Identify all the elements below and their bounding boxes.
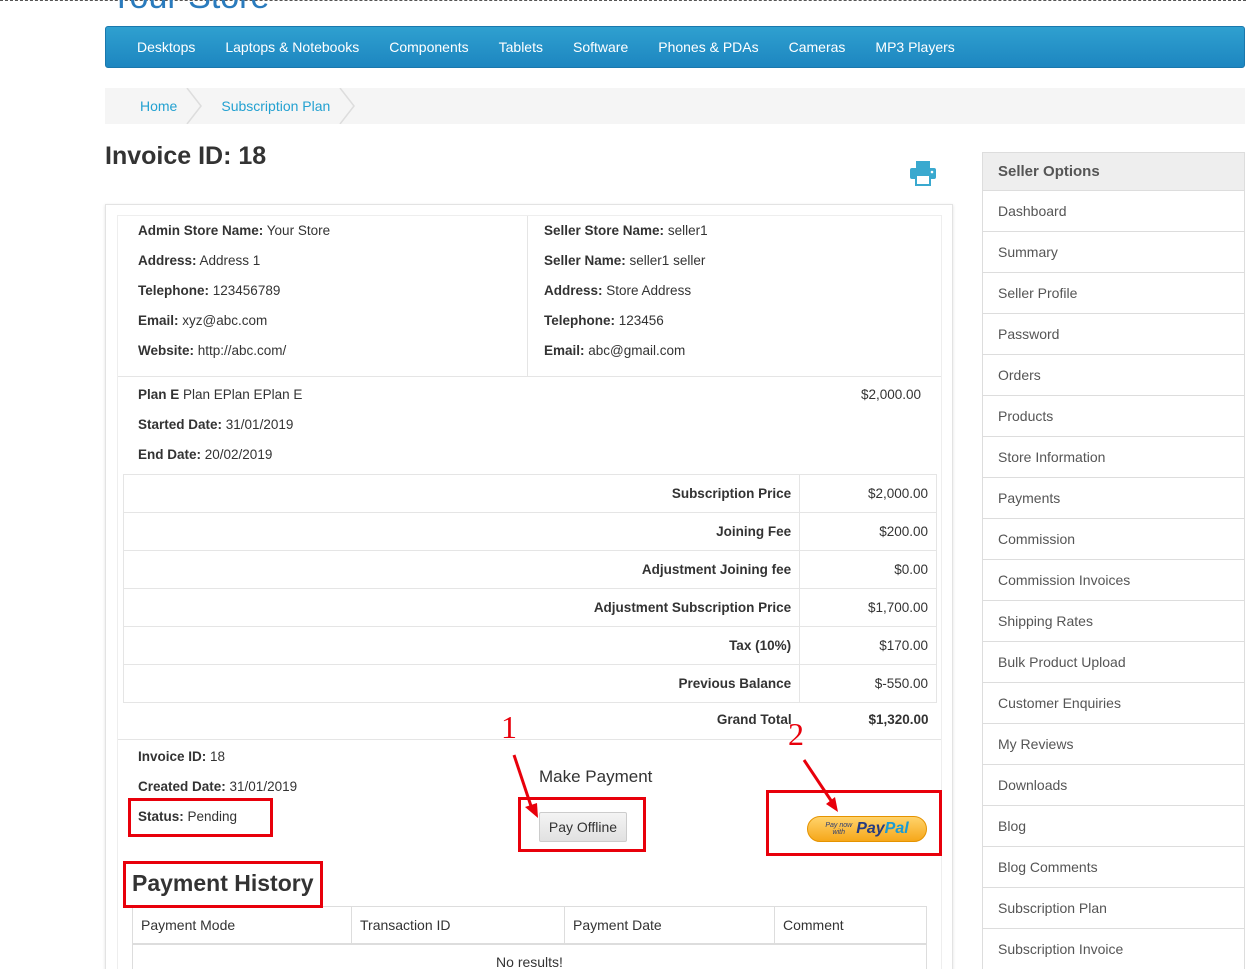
admin-store-name: Admin Store Name: Your Store: [138, 223, 331, 238]
col-comment: Comment: [774, 906, 927, 945]
sidebar-item-bulk-product-upload[interactable]: Bulk Product Upload: [983, 642, 1244, 683]
total-value: $2,000.00: [799, 474, 937, 513]
annotation-number-two: 2: [788, 716, 804, 752]
breadcrumb-home-label: Home: [140, 98, 178, 114]
breadcrumb-separator-icon: [186, 88, 203, 124]
table-row: Previous Balance $-550.00: [122, 664, 937, 703]
sidebar-item-blog-comments[interactable]: Blog Comments: [983, 847, 1244, 888]
admin-store-info: Admin Store Name: Your Store Address: Ad…: [118, 216, 528, 376]
table-header-row: Payment Mode Transaction ID Payment Date…: [132, 906, 927, 945]
grand-total-row: Grand Total $1,320.00: [124, 703, 937, 736]
table-row: Adjustment Joining fee $0.00: [122, 550, 937, 589]
store-info-row: Admin Store Name: Your Store Address: Ad…: [118, 216, 941, 377]
total-value: $170.00: [799, 626, 937, 665]
seller-store-info: Seller Store Name: seller1 Seller Name: …: [528, 216, 941, 376]
menu-item-mp3[interactable]: MP3 Players: [860, 39, 969, 55]
total-label: Joining Fee: [122, 512, 801, 551]
paypal-highlight-box: [766, 790, 942, 856]
sidebar-item-my-reviews[interactable]: My Reviews: [983, 724, 1244, 765]
total-value: $1,700.00: [799, 588, 937, 627]
sidebar-title: Seller Options: [983, 153, 1244, 191]
seller-store-name: Seller Store Name: seller1: [544, 223, 708, 238]
table-row: No results!: [132, 943, 927, 969]
make-payment-heading: Make Payment: [539, 767, 653, 786]
status-highlight-box: [128, 798, 273, 837]
plan-details: Plan E Plan EPlan EPlan E Started Date: …: [118, 378, 941, 478]
admin-email: Email: xyz@abc.com: [138, 313, 268, 328]
total-label: Adjustment Joining fee: [122, 550, 801, 589]
sidebar-item-shipping-rates[interactable]: Shipping Rates: [983, 601, 1244, 642]
menu-item-phones[interactable]: Phones & PDAs: [643, 39, 773, 55]
plan-started-date: Started Date: 31/01/2019: [138, 417, 294, 432]
table-row: Tax (10%) $170.00: [122, 626, 937, 665]
plan-end-date: End Date: 20/02/2019: [138, 447, 273, 462]
sidebar-item-summary[interactable]: Summary: [983, 232, 1244, 273]
breadcrumb-home[interactable]: Home: [105, 88, 203, 124]
breadcrumb-separator-icon: [339, 88, 356, 124]
sidebar-item-store-information[interactable]: Store Information: [983, 437, 1244, 478]
sidebar-item-downloads[interactable]: Downloads: [983, 765, 1244, 806]
seller-name: Seller Name: seller1 seller: [544, 253, 706, 268]
total-label: Previous Balance: [122, 664, 801, 703]
seller-email: Email: abc@gmail.com: [544, 343, 686, 358]
seller-options-sidebar: Seller Options Dashboard Summary Seller …: [982, 152, 1245, 969]
invoice-id: Invoice ID: 18: [138, 749, 226, 764]
page-title: Invoice ID: 18: [105, 142, 267, 170]
sidebar-item-commission[interactable]: Commission: [983, 519, 1244, 560]
sidebar-item-seller-profile[interactable]: Seller Profile: [983, 273, 1244, 314]
print-icon[interactable]: [909, 160, 937, 186]
payment-history-table: Payment Mode Transaction ID Payment Date…: [132, 906, 927, 969]
menu-item-cameras[interactable]: Cameras: [774, 39, 861, 55]
sidebar-item-payments[interactable]: Payments: [983, 478, 1244, 519]
seller-address: Address: Store Address: [544, 283, 692, 298]
admin-telephone: Telephone: 123456789: [138, 283, 281, 298]
sidebar-item-commission-invoices[interactable]: Commission Invoices: [983, 560, 1244, 601]
sidebar-item-blog[interactable]: Blog: [983, 806, 1244, 847]
plan-name: Plan E Plan EPlan EPlan E: [138, 387, 303, 402]
menu-item-tablets[interactable]: Tablets: [484, 39, 558, 55]
grand-total-value: $1,320.00: [868, 711, 929, 727]
plan-amount: $2,000.00: [860, 387, 921, 402]
admin-address: Address: Address 1: [138, 253, 261, 268]
breadcrumb-subscription-plan[interactable]: Subscription Plan: [203, 88, 356, 124]
store-logo-text[interactable]: Your Store: [110, 0, 269, 17]
no-results-text: No results!: [132, 943, 927, 969]
total-label: Tax (10%): [122, 626, 801, 665]
total-value: $0.00: [799, 550, 937, 589]
admin-website: Website: http://abc.com/: [138, 343, 287, 358]
sidebar-item-customer-enquiries[interactable]: Customer Enquiries: [983, 683, 1244, 724]
sidebar-item-products[interactable]: Products: [983, 396, 1244, 437]
total-value: $-550.00: [799, 664, 937, 703]
total-label: Adjustment Subscription Price: [122, 588, 801, 627]
totals-table: Subscription Price $2,000.00 Joining Fee $…: [122, 474, 937, 736]
seller-telephone: Telephone: 123456: [544, 313, 664, 328]
total-label: Subscription Price: [122, 474, 801, 513]
main-menu: Desktops Laptops & Notebooks Components …: [105, 26, 1245, 68]
breadcrumb-subscription-label: Subscription Plan: [221, 98, 331, 114]
annotation-number-one: 1: [501, 709, 517, 745]
table-row: Joining Fee $200.00: [122, 512, 937, 551]
payment-history-highlight-box: [123, 861, 323, 908]
sidebar-item-subscription-plan[interactable]: Subscription Plan: [983, 888, 1244, 929]
breadcrumb: Home Subscription Plan: [105, 88, 1245, 124]
sidebar-item-dashboard[interactable]: Dashboard: [983, 191, 1244, 232]
table-row: Subscription Price $2,000.00: [122, 474, 937, 513]
table-row: Adjustment Subscription Price $1,700.00: [122, 588, 937, 627]
sidebar-item-subscription-invoice[interactable]: Subscription Invoice: [983, 929, 1244, 969]
menu-item-software[interactable]: Software: [558, 39, 643, 55]
pay-offline-highlight-box: [518, 797, 646, 852]
sidebar-item-orders[interactable]: Orders: [983, 355, 1244, 396]
col-transaction-id: Transaction ID: [351, 906, 565, 945]
grand-total-label: Grand Total: [716, 711, 792, 727]
total-value: $200.00: [799, 512, 937, 551]
col-payment-date: Payment Date: [564, 906, 775, 945]
menu-item-desktops[interactable]: Desktops: [122, 39, 210, 55]
sidebar-item-password[interactable]: Password: [983, 314, 1244, 355]
menu-item-laptops[interactable]: Laptops & Notebooks: [210, 39, 374, 55]
col-payment-mode: Payment Mode: [132, 906, 352, 945]
menu-item-components[interactable]: Components: [374, 39, 483, 55]
